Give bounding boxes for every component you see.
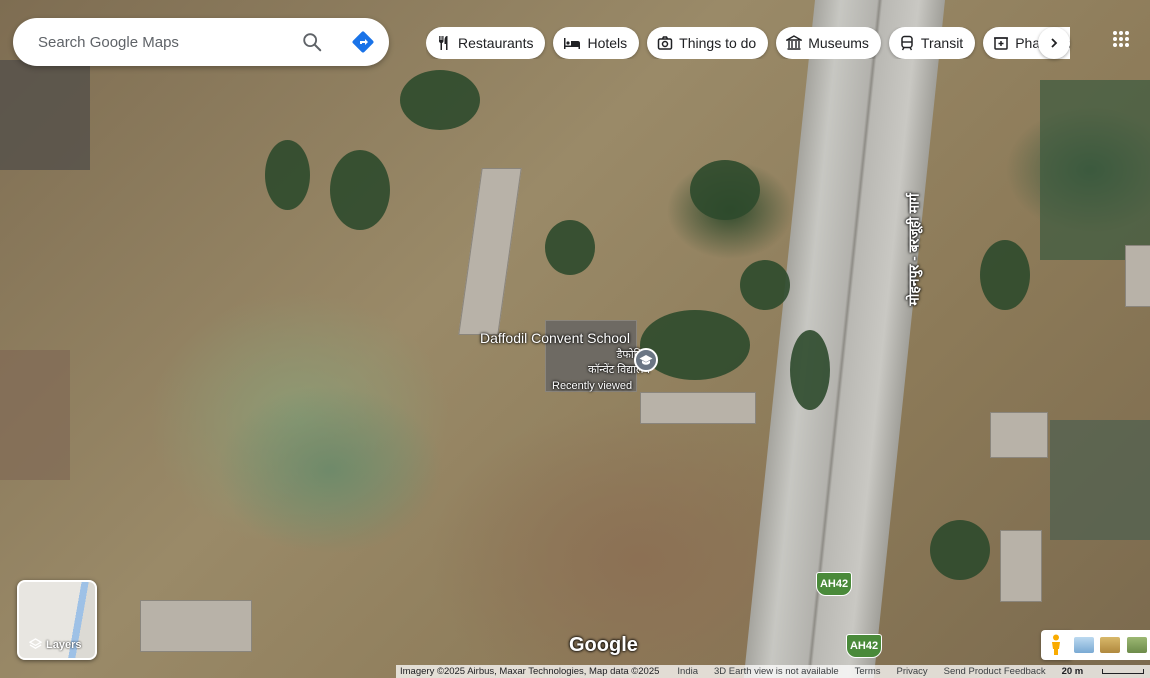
search-input[interactable] [36, 32, 290, 52]
tree [400, 70, 480, 130]
museum-icon [786, 35, 803, 50]
transit-icon [901, 35, 913, 51]
layers-label-wrap: Layers [29, 638, 81, 651]
google-logo: Google [569, 634, 638, 656]
chip-transit[interactable]: Transit [888, 27, 976, 59]
scale-bar [1102, 669, 1145, 674]
chip-things-to-do[interactable]: Things to do [647, 27, 769, 59]
thumbnail-globe[interactable] [1074, 637, 1095, 653]
scale-label: 20 m [1061, 666, 1084, 677]
imagery-thumbnails[interactable] [1071, 630, 1150, 660]
building [140, 600, 252, 652]
scale-indicator[interactable]: 20 m [1062, 666, 1150, 677]
tree [545, 220, 595, 275]
layers-icon [29, 638, 42, 649]
chip-label: Hotels [587, 35, 628, 51]
attribution-text: Imagery ©2025 Airbus, Maxar Technologies… [400, 666, 660, 677]
tree [640, 310, 750, 380]
road-label: मोहनपुर - बरजूही मार्ग [905, 193, 922, 306]
highway-shield: AH42 [816, 572, 852, 596]
chip-museums[interactable]: Museums [776, 27, 881, 59]
thumbnail-terrain[interactable] [1100, 637, 1121, 653]
pegman-icon [1052, 634, 1060, 655]
restaurant-icon [439, 36, 448, 50]
farm-field [1040, 80, 1150, 260]
place-label[interactable]: Daffodil Convent School [480, 330, 630, 346]
tree [690, 160, 760, 220]
place-pin[interactable] [634, 348, 658, 372]
footer-link-terms[interactable]: Terms [855, 666, 881, 677]
chip-label: Restaurants [458, 35, 534, 51]
chevron-right-icon [1051, 38, 1058, 48]
tree [330, 150, 390, 230]
pharmacy-icon [994, 37, 1009, 50]
more-chips-button[interactable] [1038, 27, 1070, 59]
search-icon[interactable] [301, 31, 323, 53]
tree [790, 330, 830, 410]
chip-label: Transit [920, 35, 964, 51]
search-box[interactable] [13, 18, 389, 66]
camera-icon [657, 36, 673, 50]
chip-restaurants[interactable]: Restaurants [426, 27, 546, 59]
directions-icon[interactable] [351, 30, 375, 54]
school-building [640, 392, 756, 424]
school-icon [639, 355, 653, 365]
tree [930, 520, 990, 580]
chip-label: Museums [808, 35, 869, 51]
building [1125, 245, 1150, 307]
street-view-pegman[interactable] [1041, 630, 1071, 660]
chip-hotels[interactable]: Hotels [553, 27, 640, 59]
building [1000, 530, 1042, 602]
building [990, 412, 1048, 458]
thumbnail-satellite[interactable] [1126, 637, 1147, 653]
chip-label: Things to do [679, 35, 757, 51]
footer-link-privacy[interactable]: Privacy [897, 666, 928, 677]
farm-field [1050, 420, 1150, 540]
footer-link-region[interactable]: India [677, 666, 698, 677]
tree [740, 260, 790, 310]
footer-link-feedback[interactable]: Send Product Feedback [944, 666, 1046, 677]
hotel-icon [564, 38, 581, 49]
tree [980, 240, 1030, 310]
category-chips: Restaurants Hotels Things to do Museums … [426, 27, 1070, 59]
layers-button[interactable]: Layers [17, 580, 97, 660]
apps-grid-icon[interactable] [1112, 30, 1130, 48]
farm-field [0, 60, 90, 170]
recently-viewed-label: Recently viewed [552, 380, 633, 392]
highway-shield: AH42 [846, 634, 882, 658]
school-building [458, 168, 522, 335]
tree [265, 140, 310, 210]
map-footer: Imagery ©2025 Airbus, Maxar Technologies… [396, 665, 1150, 678]
footer-link-3d-notice[interactable]: 3D Earth view is not available [714, 666, 839, 677]
layers-label: Layers [46, 638, 82, 651]
farm-field [0, 350, 70, 480]
